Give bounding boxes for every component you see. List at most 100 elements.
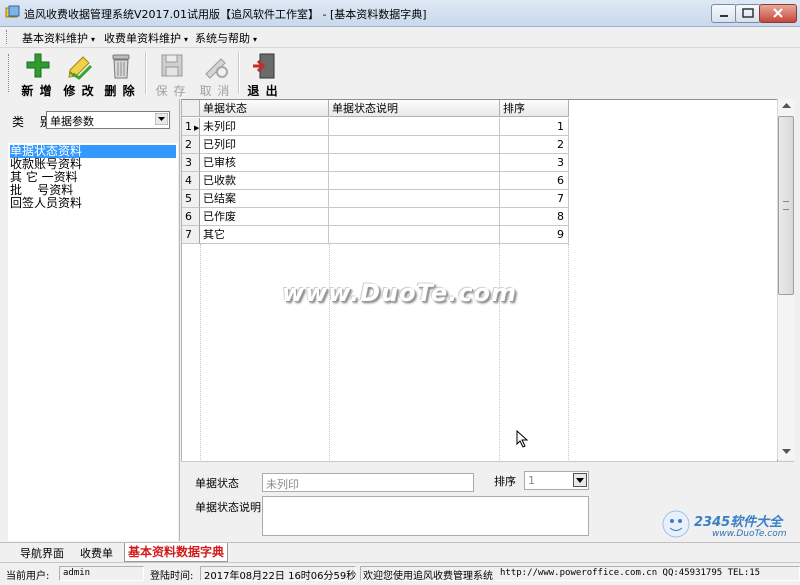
column-guide	[499, 244, 500, 460]
user-label: 当前用户:	[6, 571, 50, 582]
row-header[interactable]: 2	[182, 136, 200, 154]
maximize-icon	[742, 8, 754, 18]
app-icon	[5, 5, 20, 18]
list-item[interactable]: 回签人员资料	[10, 197, 176, 210]
desc-field[interactable]	[262, 496, 589, 536]
chevron-down-icon	[573, 473, 587, 487]
table-cell[interactable]: 7	[500, 190, 569, 208]
category-item-list: 单据状态资料 收款账号资料 其 它 一资料 批 号资料 回签人员资料	[8, 143, 178, 541]
grip-icon	[783, 201, 789, 210]
exit-door-icon	[253, 53, 275, 79]
tab-navigation[interactable]: 导航界面	[20, 545, 64, 561]
column-header[interactable]: 单据状态	[200, 100, 329, 117]
order-field-label: 排序	[494, 475, 516, 488]
table-cell[interactable]: 1	[500, 118, 569, 136]
table-cell[interactable]	[329, 226, 500, 244]
table-cell[interactable]: 9	[500, 226, 569, 244]
column-guide	[568, 244, 569, 460]
table-cell[interactable]	[329, 136, 500, 154]
menu-bar: 基本资料维护 ▾ 收费单资料维护 ▾ 系统与帮助 ▾	[0, 27, 800, 48]
current-row-icon: ▶	[194, 124, 200, 132]
menu-receipt-data[interactable]: 收费单资料维护 ▾	[104, 30, 188, 46]
close-button[interactable]	[759, 4, 797, 23]
chevron-down-icon	[155, 113, 168, 125]
row-header[interactable]: 4	[182, 172, 200, 190]
column-guide	[200, 244, 201, 460]
duote-watermark: www.DuoTe.com	[282, 279, 517, 307]
scroll-down-icon[interactable]	[782, 449, 791, 455]
close-icon	[773, 8, 783, 18]
scroll-up-icon[interactable]	[782, 103, 791, 109]
floppy-icon	[161, 54, 183, 77]
toolbar-separator	[238, 52, 240, 94]
menu-basic-data[interactable]: 基本资料维护 ▾	[22, 30, 95, 46]
title-bar: 追风收费收据管理系统V2017.01试用版【追风软件工作室】 - [基本资料数据…	[0, 0, 800, 27]
table-cell[interactable]: 6	[500, 172, 569, 190]
table-cell[interactable]: 已列印	[200, 136, 329, 154]
contact-text: http://www.poweroffice.com.cn QQ:4593179…	[500, 568, 761, 578]
table-cell[interactable]: 2	[500, 136, 569, 154]
plus-icon	[26, 53, 50, 78]
table-cell[interactable]: 3	[500, 154, 569, 172]
table-cell[interactable]: 其它	[200, 226, 329, 244]
category-select[interactable]: 单据参数	[46, 111, 170, 129]
row-header[interactable]: 7	[182, 226, 200, 244]
column-guide	[329, 244, 330, 460]
toolbar-separator	[145, 52, 147, 94]
column-header[interactable]: 排序	[500, 100, 569, 117]
row-header[interactable]: 1 ▶	[182, 118, 200, 136]
chevron-down-icon: ▾	[91, 35, 96, 44]
toolbar: 新 增 修 改 删 除 保 存 取 消 退 出	[0, 48, 800, 98]
login-time: 2017年08月22日 16时06分59秒	[204, 571, 357, 582]
window-title: 追风收费收据管理系统V2017.01试用版【追风软件工作室】 - [基本资料数据…	[24, 8, 427, 21]
scrollbar-thumb[interactable]	[778, 116, 794, 295]
cancel-icon	[205, 58, 228, 79]
minimize-icon	[720, 15, 728, 17]
edit-button[interactable]: 修 改	[60, 50, 98, 98]
menu-system-help[interactable]: 系统与帮助 ▾	[195, 30, 257, 46]
trash-icon	[112, 54, 130, 79]
row-header[interactable]: 3	[182, 154, 200, 172]
table-cell[interactable]	[329, 118, 500, 136]
site-watermark: 2345软件大全	[694, 515, 783, 530]
left-panel: 类 别 单据参数 单据状态资料 收款账号资料 其 它 一资料 批 号资料 回签人…	[0, 99, 180, 541]
maximize-button[interactable]	[735, 4, 761, 23]
chevron-down-icon: ▾	[253, 35, 258, 44]
table-cell[interactable]	[329, 190, 500, 208]
status-field-label: 单据状态	[195, 477, 239, 490]
pencil-icon	[68, 56, 93, 80]
desc-field-label: 单据状态说明	[195, 501, 261, 514]
table-cell[interactable]: 8	[500, 208, 569, 226]
user-value: admin	[63, 568, 91, 578]
delete-button[interactable]: 删 除	[101, 50, 139, 98]
cancel-button[interactable]: 取 消	[196, 50, 234, 98]
save-button[interactable]: 保 存	[152, 50, 190, 98]
minimize-button[interactable]	[711, 4, 737, 23]
table-cell[interactable]: 已审核	[200, 154, 329, 172]
status-field[interactable]: 未列印	[262, 473, 474, 492]
chevron-down-icon: ▾	[184, 35, 189, 44]
mouse-cursor-icon	[516, 430, 529, 448]
new-button[interactable]: 新 增	[18, 50, 56, 98]
menu-grip	[6, 30, 10, 44]
table-cell[interactable]: 已结案	[200, 190, 329, 208]
grid-corner	[182, 100, 200, 117]
tab-basic-dictionary[interactable]: 基本资料数据字典	[124, 543, 229, 562]
table-cell[interactable]: 已作废	[200, 208, 329, 226]
row-header[interactable]: 6	[182, 208, 200, 226]
table-cell[interactable]: 已收款	[200, 172, 329, 190]
exit-button[interactable]: 退 出	[244, 50, 282, 98]
login-label: 登陆时间:	[150, 571, 194, 582]
toolbar-grip	[8, 54, 12, 92]
table-cell[interactable]: 未列印	[200, 118, 329, 136]
tab-receipt[interactable]: 收费单	[80, 545, 113, 561]
site-watermark-url: www.DuoTe.com	[712, 529, 787, 539]
table-cell[interactable]	[329, 208, 500, 226]
column-header[interactable]: 单据状态说明	[329, 100, 500, 117]
order-combo[interactable]: 1	[524, 471, 589, 490]
tab-bar: 导航界面 收费单 基本资料数据字典	[0, 542, 800, 563]
row-header[interactable]: 5	[182, 190, 200, 208]
table-cell[interactable]	[329, 172, 500, 190]
welcome-text: 欢迎您使用追风收费管理系统	[363, 571, 493, 582]
table-cell[interactable]	[329, 154, 500, 172]
